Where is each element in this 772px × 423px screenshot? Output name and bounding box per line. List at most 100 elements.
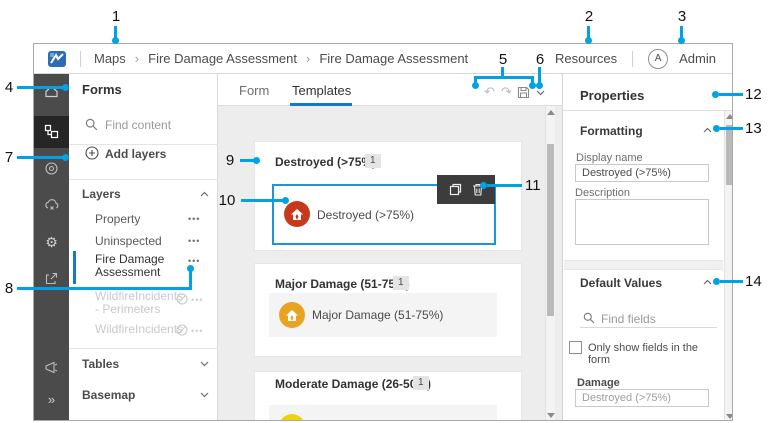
chevron-up-icon[interactable] [703,279,712,285]
breadcrumb: Maps › Fire Damage Assessment › Fire Dam… [94,51,468,66]
duplicate-icon[interactable] [449,183,462,196]
breadcrumb-layer-name: Fire Damage Assessment [319,51,468,66]
layer-item-wildfire-perimeters[interactable]: WildfireIncidents - Perimeters [95,290,177,316]
callout-number-1: 1 [108,8,124,25]
template-card-major-damage[interactable]: Major Damage (51-75%) [269,293,497,337]
formatting-section-header[interactable]: Formatting [580,124,643,138]
avatar[interactable]: A [648,49,668,69]
callout-dot [62,154,69,161]
layer-item-fire-damage-assessment[interactable]: Fire Damage Assessment [95,253,177,279]
callout-number-14: 14 [745,273,771,290]
default-values-section-header[interactable]: Default Values [580,276,662,290]
user-menu[interactable]: Admin [679,51,716,66]
tab-form[interactable]: Form [239,83,269,98]
display-name-label: Display name [576,152,643,164]
callout-dot [536,82,543,89]
callout-dot [678,37,685,44]
callout-number-10: 10 [215,192,239,209]
callout-number-5: 5 [495,51,511,68]
major-damage-symbol-icon [279,302,305,328]
app-window: Maps › Fire Damage Assessment › Fire Dam… [33,43,733,421]
callout-line [17,287,192,290]
basemap-section-header[interactable]: Basemap [82,388,135,402]
undo-icon[interactable]: ↶ [484,85,495,98]
divider [69,179,218,180]
only-show-fields-checkbox[interactable] [569,341,582,354]
find-fields-input[interactable]: Find fields [601,312,656,326]
template-group-title: Destroyed (>75%) [275,155,376,169]
callout-number-7: 7 [2,149,16,166]
layer-options-icon[interactable]: ••• [191,295,203,305]
display-name-field[interactable] [575,164,709,182]
layer-item-uninspected[interactable]: Uninspected [95,235,177,248]
resources-menu[interactable]: Resources [555,51,617,66]
find-content-input[interactable]: Find content [105,118,171,132]
callout-line [189,270,192,289]
breadcrumb-map-name[interactable]: Fire Damage Assessment [148,51,297,66]
callout-line [17,156,63,159]
template-group-title: Major Damage (51-75%) [275,277,410,291]
nav-sidebar: ⚙ » [34,74,69,421]
search-icon [85,118,98,131]
scroll-up-icon[interactable] [726,114,733,119]
callout-line [241,199,285,202]
template-group-destroyed: Destroyed (>75%) 1 Destroyed (>75%) [254,141,522,251]
callout-line [719,93,743,96]
geofences-icon[interactable] [34,161,69,176]
save-icon[interactable] [517,86,530,99]
chevron-down-icon[interactable] [200,361,209,367]
callout-number-12: 12 [745,86,771,103]
layer-item-wildfire-incidents[interactable]: WildfireIncidents [95,323,177,336]
settings-gear-icon[interactable]: ⚙ [34,234,69,252]
header-divider [80,51,81,67]
template-count-badge: 1 [365,154,381,168]
forms-panel-title: Forms [82,82,122,97]
layers-section-header[interactable]: Layers [82,187,121,201]
chevron-up-icon[interactable] [200,191,209,197]
template-label: Destroyed (>75%) [317,208,414,222]
redo-icon[interactable]: ↷ [501,85,512,98]
callout-dot [712,91,719,98]
callout-dot [472,82,479,89]
tab-templates[interactable]: Templates [292,83,351,98]
layer-options-icon[interactable]: ••• [188,214,200,224]
sharing-icon[interactable] [34,271,69,286]
editor-panel: Form Templates ↶ ↷ Destroyed (>75%) 1 [218,74,562,421]
editor-scrollbar[interactable] [545,106,555,421]
template-actions-toolbar [437,175,495,204]
app-header: Maps › Fire Damage Assessment › Fire Dam… [34,44,732,74]
scrollbar-thumb[interactable] [547,144,554,316]
active-tab-indicator [290,103,352,106]
callout-line [538,67,541,83]
callout-number-3: 3 [674,8,690,25]
template-card-moderate-damage[interactable]: Moderate Damage (26-50%) [269,405,497,421]
offline-icon[interactable] [34,198,69,212]
chevron-down-icon[interactable] [536,90,545,96]
chevron-up-icon[interactable] [703,127,712,133]
layer-item-property[interactable]: Property [95,213,177,226]
feedback-icon[interactable] [34,361,69,374]
unsupported-icon [176,293,188,305]
breadcrumb-maps[interactable]: Maps [94,51,126,66]
callout-number-6: 6 [532,51,548,68]
callout-number-13: 13 [745,120,771,137]
chevron-down-icon[interactable] [200,392,209,398]
properties-scrollbar[interactable] [724,111,733,421]
damage-field[interactable] [575,389,709,407]
description-field[interactable] [575,199,709,245]
template-label: Moderate Damage (26-50%) [312,420,464,421]
callout-dot [480,182,487,189]
layer-options-icon[interactable]: ••• [188,236,200,246]
scroll-down-icon[interactable] [547,413,555,418]
forms-icon[interactable] [34,124,69,139]
scroll-up-icon[interactable] [547,110,555,115]
tables-section-header[interactable]: Tables [82,357,119,371]
layer-options-icon[interactable]: ••• [191,326,203,336]
add-layers-button[interactable]: Add layers [105,147,166,161]
plus-circle-icon [85,146,99,160]
scroll-down-icon[interactable] [726,414,733,419]
callout-number-11: 11 [525,177,549,194]
divider [69,348,218,349]
scrollbar-thumb[interactable] [726,125,733,185]
collapse-icon[interactable]: » [34,392,69,407]
